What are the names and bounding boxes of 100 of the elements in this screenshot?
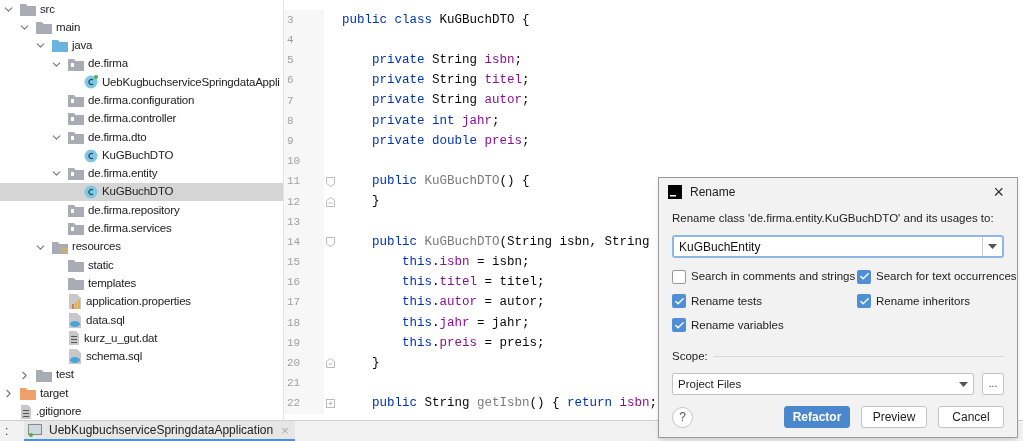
expand-icon[interactable] [326, 399, 335, 409]
text-file-icon [68, 331, 80, 346]
tree-item-label: de.firma.entity [88, 166, 158, 182]
tree-item-label: .gitignore [36, 404, 82, 420]
code-line: } [371, 354, 380, 372]
option-label: Search for text occurrences [876, 269, 1017, 285]
tree-item[interactable]: test [0, 365, 283, 385]
package-icon [68, 222, 84, 236]
checkbox[interactable] [672, 269, 686, 284]
tree-item[interactable]: de.firma.services [0, 219, 283, 238]
tree-item-label: UebKugbuchserviceSpringdataAppli [102, 74, 280, 90]
tree-item[interactable]: UebKugbuchserviceSpringdataAppli [0, 73, 283, 92]
line-number: 21 [284, 373, 324, 394]
tree-item-label: de.firma.dto [88, 129, 147, 145]
tree-item[interactable]: schema.sql [0, 347, 283, 366]
code-line: this.jahr = jahr; [401, 314, 530, 332]
tree-item[interactable]: target [0, 384, 283, 403]
tree-item[interactable]: kurz_u_gut.dat [0, 329, 283, 348]
line-number: 9 [284, 131, 324, 152]
class-icon [84, 75, 98, 90]
fold-icon[interactable] [326, 176, 335, 187]
tree-item[interactable]: resources [0, 237, 283, 257]
tree-item-label: KuGBuchDTO [102, 147, 174, 163]
line-number: 17 [284, 292, 324, 313]
line-number: 6 [284, 70, 324, 91]
line-number: 15 [284, 252, 324, 273]
run-tab-label: UebKugbuchserviceSpringdataApplication [49, 422, 274, 439]
dialog-title: Rename [690, 184, 736, 201]
package-icon [68, 130, 84, 144]
rename-prompt: Rename class 'de.firma.entity.KuGBuchDTO' and its usages to: [672, 211, 995, 226]
scope-select[interactable]: Project Files [672, 373, 974, 396]
option-label: Rename variables [691, 317, 784, 333]
code-line: this.titel = titel; [401, 274, 545, 292]
line-number: 3 [284, 10, 324, 31]
tree-item-label: kurz_u_gut.dat [84, 330, 158, 346]
class-icon [84, 185, 98, 200]
name-input-value: KuGBuchEntity [678, 238, 762, 256]
tree-item[interactable]: de.firma.entity [0, 164, 283, 183]
code-line: } [371, 193, 380, 211]
browse-button[interactable]: ... [982, 373, 1004, 396]
fold-icon[interactable] [326, 358, 335, 369]
line-number: 16 [284, 272, 324, 293]
run-tab[interactable]: UebKugbuchserviceSpringdataApplication × [24, 421, 295, 441]
tree-item-label: target [40, 385, 69, 401]
tree-item[interactable]: java [0, 36, 283, 55]
code-line: public KuGBuchDTO() { [371, 173, 530, 191]
fold-icon[interactable] [326, 237, 335, 248]
tree-item-label: data.sql [86, 312, 125, 328]
folder-icon [68, 258, 84, 272]
line-number: 19 [284, 333, 324, 354]
close-button[interactable]: × [993, 183, 1008, 201]
tree-item[interactable]: application.properties [0, 292, 283, 312]
tree-item-label: de.firma [88, 56, 128, 72]
resources-folder-icon [52, 240, 68, 254]
tree-item[interactable]: src [0, 0, 283, 19]
tree-item[interactable]: de.firma.repository [0, 201, 283, 220]
line-number: 7 [284, 90, 324, 111]
tree-item[interactable]: static [0, 256, 283, 275]
checkbox[interactable] [857, 269, 871, 284]
tree-item[interactable]: de.firma.dto [0, 128, 283, 147]
code-line: this.preis = preis; [401, 334, 545, 352]
dialog-button[interactable]: Preview [861, 406, 927, 428]
tree-item[interactable]: de.firma.configuration [0, 91, 283, 110]
tree-item[interactable]: KuGBuchDTO [0, 146, 283, 165]
package-icon [68, 203, 84, 217]
checkbox[interactable] [857, 294, 871, 309]
code-line: private String titel; [371, 72, 530, 90]
code-line: this.autor = autor; [401, 294, 545, 312]
name-combo-field[interactable]: KuGBuchEntity [672, 235, 1004, 259]
folder-icon [36, 20, 52, 34]
checkbox[interactable] [672, 294, 686, 309]
line-number: 5 [284, 50, 324, 71]
dropdown-caret-icon[interactable] [988, 244, 997, 250]
tree-item[interactable]: de.firma [0, 54, 283, 74]
dropdown-caret-icon[interactable] [959, 381, 968, 387]
dialog-button[interactable]: Cancel [938, 406, 1004, 428]
tree-item-label: schema.sql [86, 349, 143, 365]
tree-item[interactable]: .gitignore [0, 402, 283, 420]
tree-item[interactable]: data.sql [0, 311, 283, 330]
code-line: private double preis; [371, 132, 530, 150]
tree-item-label: de.firma.repository [88, 202, 180, 218]
tree-item-label: java [72, 38, 93, 54]
tree-item[interactable]: templates [0, 274, 283, 293]
class-icon [84, 148, 98, 163]
line-number: 12 [284, 191, 324, 212]
tree-item[interactable]: main [0, 18, 283, 37]
help-button[interactable]: ? [672, 406, 693, 428]
tree-item-label: src [40, 1, 55, 17]
dialog-button[interactable]: Refactor [784, 406, 850, 428]
sql-file-icon [68, 349, 82, 365]
checkbox[interactable] [672, 318, 686, 333]
code-line: public class KuGBuchDTO { [341, 11, 530, 29]
folder-icon [52, 39, 68, 53]
tree-item[interactable]: de.firma.controller [0, 109, 283, 129]
fold-icon[interactable] [326, 196, 335, 207]
option-label: Rename tests [691, 293, 762, 309]
code-line: public String getIsbn() { return isbn; [371, 395, 658, 413]
code-line: private int jahr; [371, 112, 500, 130]
tree-item[interactable]: KuGBuchDTO [0, 182, 283, 202]
option-label: Rename inheritors [876, 293, 970, 309]
